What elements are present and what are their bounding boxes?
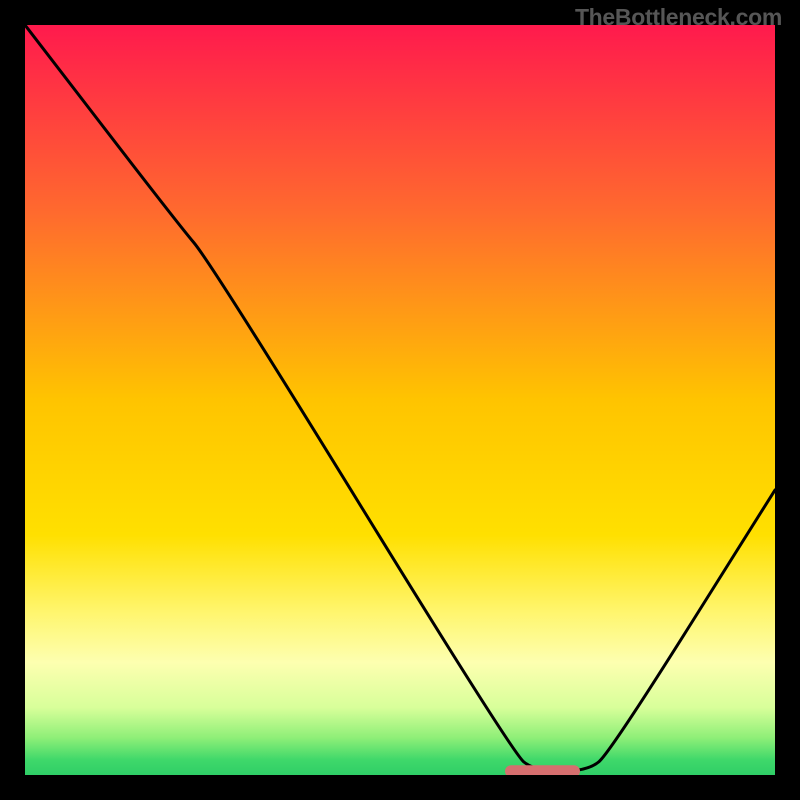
chart-container: TheBottleneck.com xyxy=(0,0,800,800)
optimal-range-marker xyxy=(505,765,580,775)
gradient-background xyxy=(25,25,775,775)
plot-area xyxy=(25,25,775,775)
chart-svg xyxy=(25,25,775,775)
